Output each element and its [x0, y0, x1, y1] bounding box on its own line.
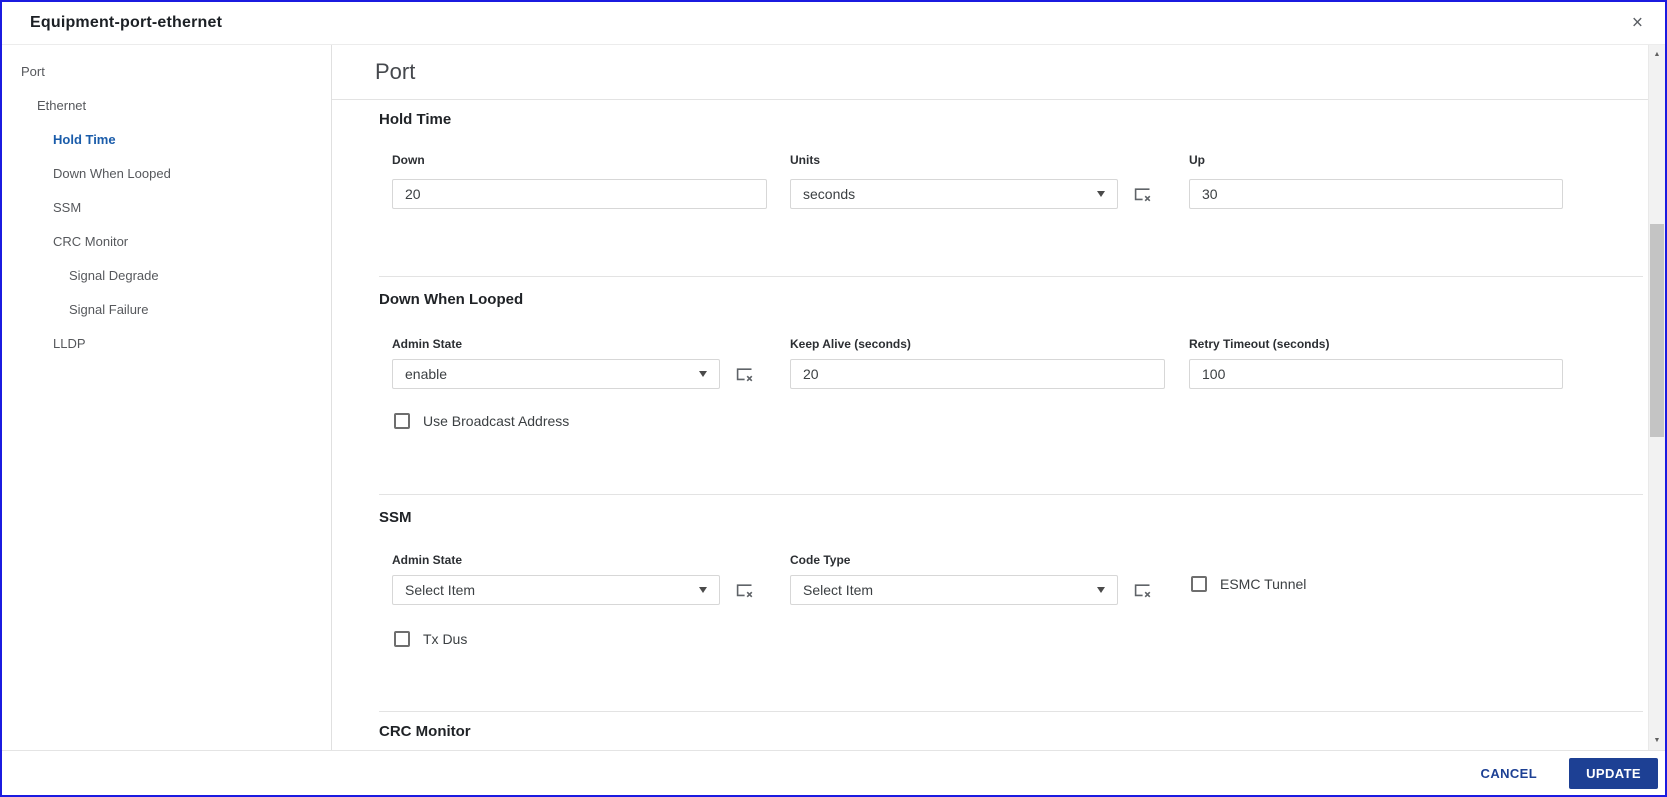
section-title-ssm: SSM [379, 509, 412, 526]
page-title: Port [375, 59, 416, 84]
tree-item-signal-failure[interactable]: Signal Failure [2, 292, 331, 326]
ssm-admin-state-select-value: Select Item [405, 582, 476, 598]
use-broadcast-row: Use Broadcast Address [394, 413, 569, 429]
section-title-crc-monitor: CRC Monitor [379, 723, 471, 740]
units-label: Units [790, 153, 820, 167]
section-divider [379, 276, 1643, 277]
chevron-down-icon [1097, 587, 1105, 593]
up-input[interactable] [1189, 179, 1563, 209]
up-label: Up [1189, 153, 1205, 167]
down-input[interactable] [392, 179, 767, 209]
chevron-down-icon [1097, 191, 1105, 197]
tx-dus-row: Tx Dus [394, 631, 467, 647]
keep-alive-input[interactable] [790, 359, 1165, 389]
vertical-scrollbar[interactable]: ▲ ▼ [1648, 45, 1665, 750]
dialog-body: Port Ethernet Hold Time Down When Looped… [2, 45, 1665, 750]
tree-item-port[interactable]: Port [2, 54, 331, 88]
tx-dus-label: Tx Dus [423, 631, 468, 647]
units-select[interactable]: seconds [790, 179, 1118, 209]
clear-selection-icon[interactable] [735, 367, 754, 383]
section-title-down-when-looped: Down When Looped [379, 291, 524, 308]
code-type-label: Code Type [790, 553, 851, 567]
retry-timeout-label: Retry Timeout (seconds) [1189, 337, 1330, 351]
close-icon[interactable]: × [1632, 14, 1643, 33]
section-divider [379, 494, 1643, 495]
tree-item-down-when-looped[interactable]: Down When Looped [2, 156, 331, 190]
admin-state-label: Admin State [392, 337, 463, 351]
cancel-button[interactable]: CANCEL [1481, 766, 1538, 781]
tree-item-lldp[interactable]: LLDP [2, 326, 331, 360]
ssm-admin-state-label: Admin State [392, 553, 463, 567]
scroll-up-icon[interactable]: ▲ [1649, 51, 1665, 58]
esmc-tunnel-checkbox[interactable] [1191, 576, 1207, 592]
clear-selection-icon[interactable] [1133, 583, 1152, 599]
tx-dus-checkbox[interactable] [394, 631, 410, 647]
dialog-footer: CANCEL UPDATE [2, 750, 1665, 795]
admin-state-select-value: enable [405, 366, 448, 382]
ssm-admin-state-select[interactable]: Select Item [392, 575, 720, 605]
page-header: Port [332, 45, 1648, 100]
tree-item-hold-time[interactable]: Hold Time [2, 122, 331, 156]
section-divider [379, 711, 1643, 712]
content-panel: Port Hold Time Down Units Up seconds [332, 45, 1665, 750]
clear-selection-icon[interactable] [1133, 187, 1152, 203]
admin-state-select[interactable]: enable [392, 359, 720, 389]
tree-item-crc-monitor[interactable]: CRC Monitor [2, 224, 331, 258]
dialog-titlebar: Equipment-port-ethernet × [2, 2, 1665, 45]
code-type-select[interactable]: Select Item [790, 575, 1118, 605]
update-button[interactable]: UPDATE [1569, 757, 1658, 789]
chevron-down-icon [699, 587, 707, 593]
use-broadcast-checkbox[interactable] [394, 413, 410, 429]
form-scroll-area: Hold Time Down Units Up seconds Down Whe… [332, 101, 1648, 750]
down-label: Down [392, 153, 425, 167]
code-type-select-value: Select Item [803, 582, 874, 598]
equipment-dialog-window: Equipment-port-ethernet × Port Ethernet … [0, 0, 1667, 797]
retry-timeout-input[interactable] [1189, 359, 1563, 389]
nav-tree: Port Ethernet Hold Time Down When Looped… [2, 45, 332, 750]
esmc-tunnel-label: ESMC Tunnel [1220, 576, 1307, 592]
units-select-value: seconds [803, 186, 856, 202]
use-broadcast-label: Use Broadcast Address [423, 413, 570, 429]
dialog-title: Equipment-port-ethernet [30, 14, 223, 31]
clear-selection-icon[interactable] [735, 583, 754, 599]
tree-item-ssm[interactable]: SSM [2, 190, 331, 224]
scroll-down-icon[interactable]: ▼ [1649, 737, 1665, 744]
scrollbar-thumb[interactable] [1650, 224, 1664, 437]
tree-item-ethernet[interactable]: Ethernet [2, 88, 331, 122]
esmc-tunnel-row: ESMC Tunnel [1191, 576, 1306, 592]
tree-item-signal-degrade[interactable]: Signal Degrade [2, 258, 331, 292]
section-title-hold-time: Hold Time [379, 111, 452, 128]
keep-alive-label: Keep Alive (seconds) [790, 337, 911, 351]
chevron-down-icon [699, 371, 707, 377]
